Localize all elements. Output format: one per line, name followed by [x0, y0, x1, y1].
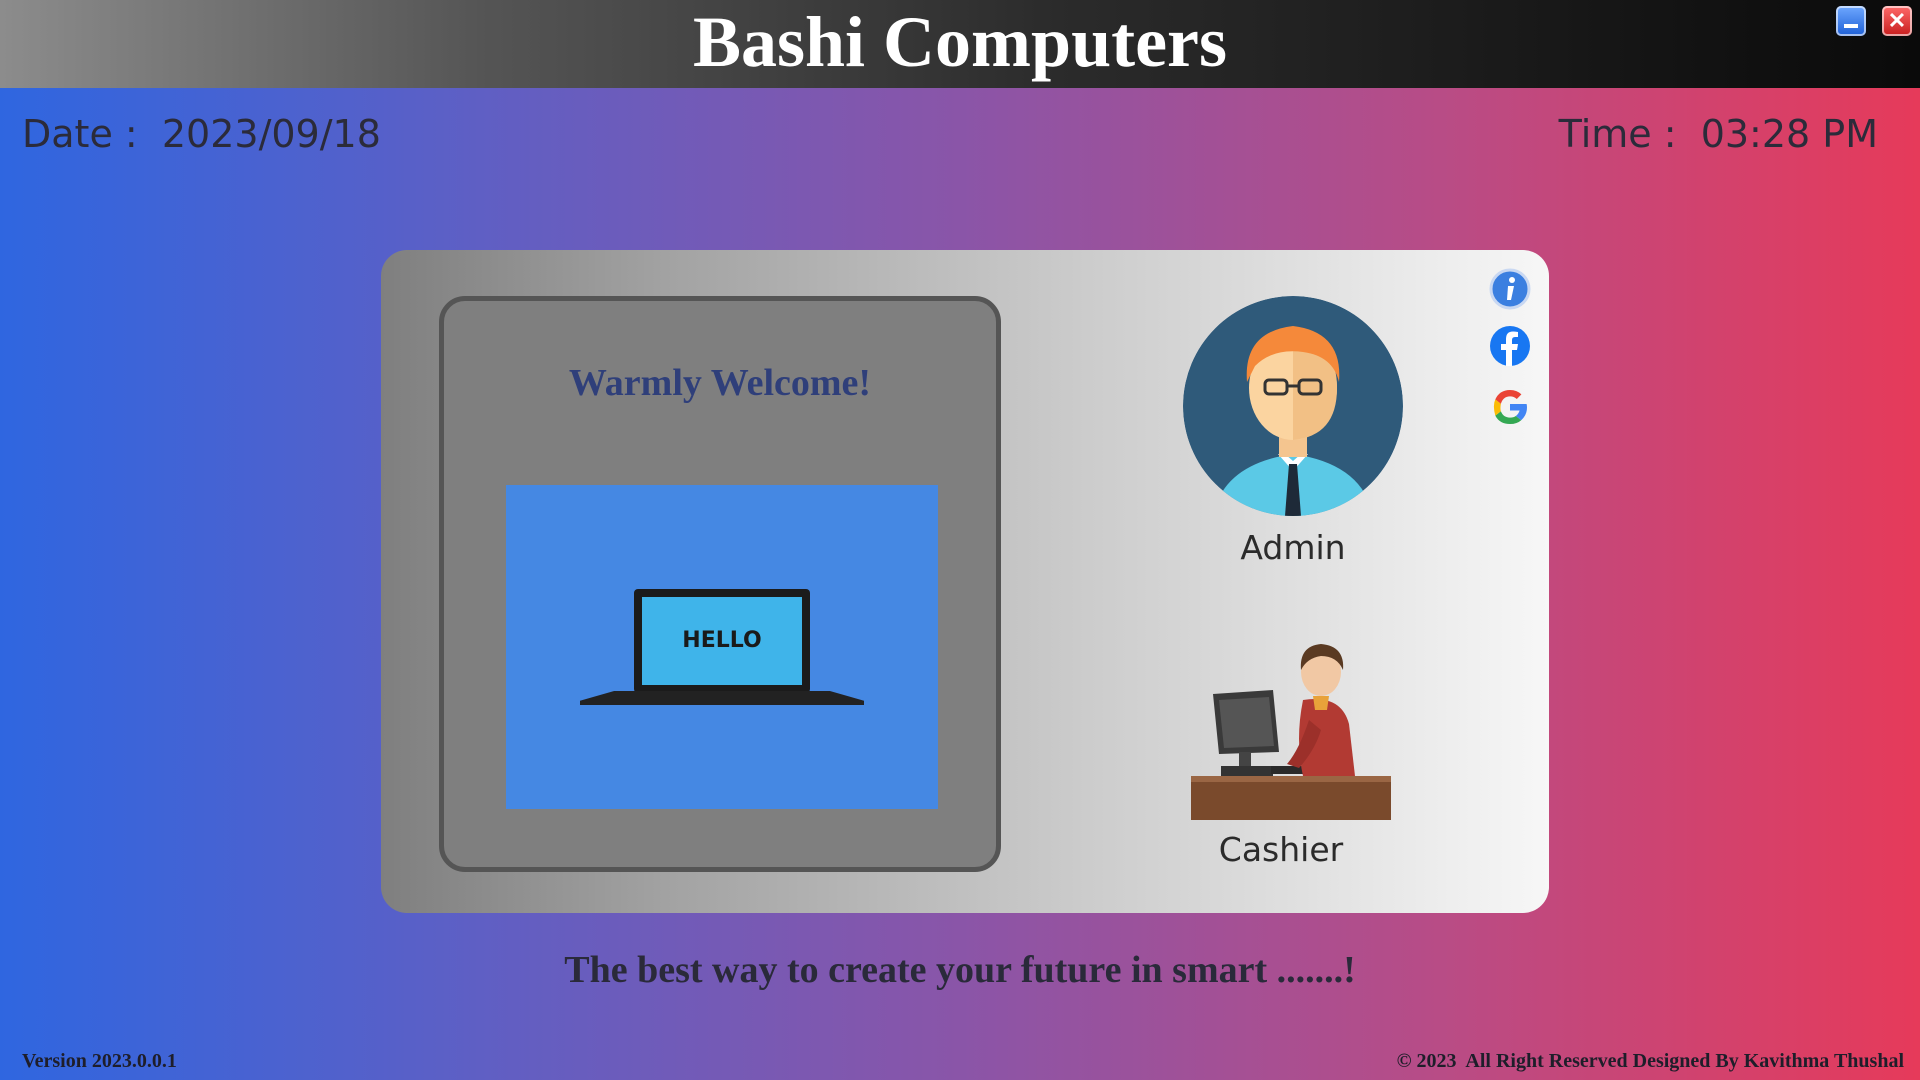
tagline: The best way to create your future in sm…: [564, 949, 1356, 991]
login-card: Warmly Welcome! HELLO Admin Cashier: [381, 250, 1549, 913]
welcome-heading: Warmly Welcome!: [568, 362, 872, 404]
facebook-icon[interactable]: [1489, 325, 1531, 367]
laptop-icon: HELLO: [634, 589, 810, 693]
cashier-label[interactable]: Cashier: [1219, 830, 1343, 869]
admin-label[interactable]: Admin: [1240, 528, 1345, 567]
cashier-icon[interactable]: [1191, 640, 1391, 820]
laptop-screen-text: HELLO: [642, 597, 802, 685]
copyright-label: © 2023 All Right Reserved Designed By Ka…: [1396, 1050, 1904, 1072]
version-label: Version 2023.0.0.1: [22, 1050, 177, 1072]
hello-illustration: HELLO: [506, 485, 938, 809]
google-icon[interactable]: [1489, 386, 1531, 428]
title-bar: Bashi Computers ✕: [0, 0, 1920, 88]
cashier-role[interactable]: Cashier: [1171, 830, 1391, 869]
close-icon[interactable]: ✕: [1882, 6, 1912, 36]
time-label: Time : 03:28 PM: [1558, 112, 1878, 156]
admin-role[interactable]: Admin: [1183, 528, 1403, 567]
admin-avatar-icon[interactable]: [1183, 296, 1403, 516]
laptop-base: [580, 691, 864, 705]
info-icon[interactable]: [1489, 268, 1531, 310]
minimize-icon[interactable]: [1836, 6, 1866, 36]
app-title: Bashi Computers: [692, 2, 1228, 82]
welcome-panel: Warmly Welcome! HELLO: [439, 296, 1001, 872]
date-label: Date : 2023/09/18: [22, 112, 381, 156]
